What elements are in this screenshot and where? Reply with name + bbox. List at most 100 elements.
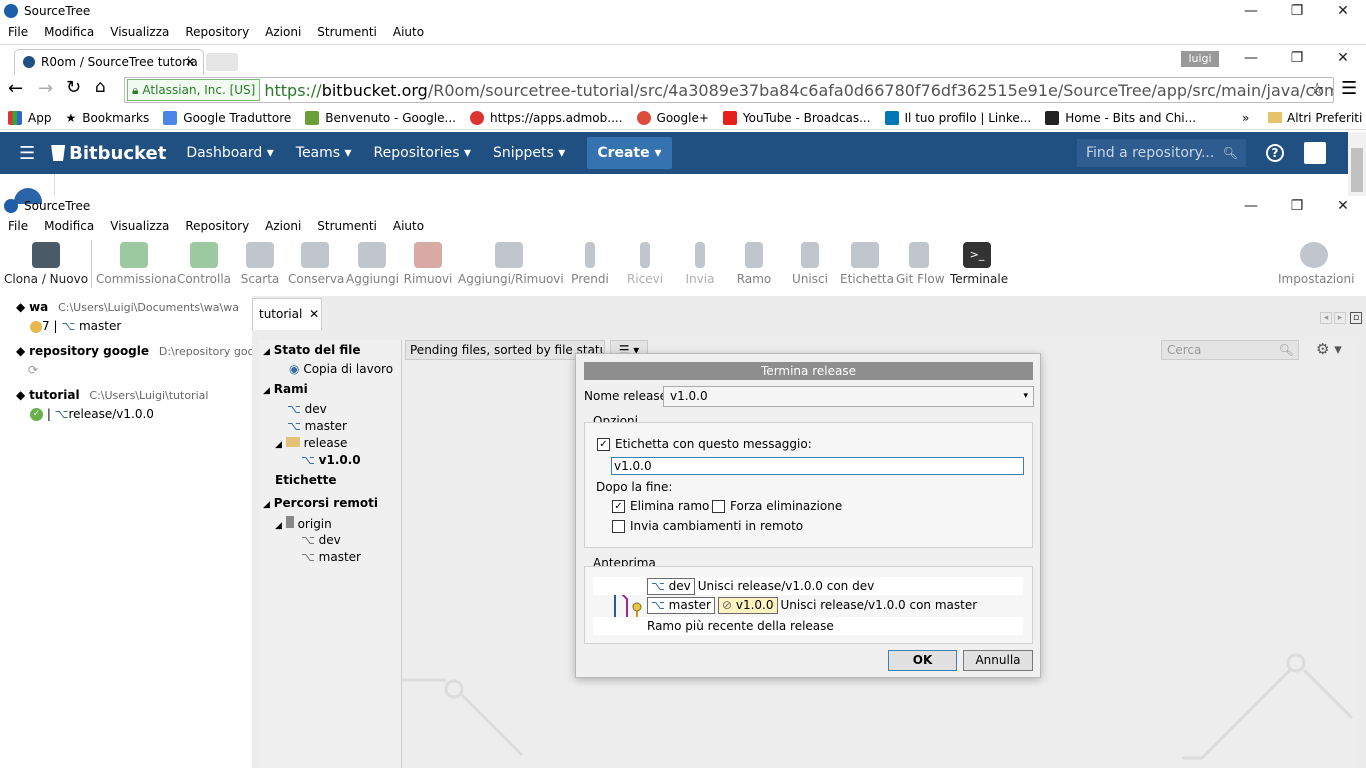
toolbar-fetch[interactable]: Prendi	[570, 238, 610, 286]
bookmark-app[interactable]: App	[8, 110, 51, 125]
st-minimize-button[interactable]: —	[1228, 195, 1274, 217]
url-field[interactable]: 🔒︎ Atlassian, Inc. [US] https:// bitbuck…	[124, 77, 1334, 103]
minimize-button[interactable]: —	[1228, 0, 1274, 22]
tag-message-checkbox[interactable]: ✓ Etichetta con questo messaggio:	[597, 437, 812, 451]
toolbar-add-remove[interactable]: Aggiungi/Rimuovi	[458, 238, 564, 286]
bookmark-star-icon[interactable]: ☆	[1310, 79, 1324, 98]
tab-list-icon[interactable]: ▫	[1350, 312, 1362, 324]
toolbar-terminal[interactable]: >_ Terminale	[950, 238, 1008, 286]
menu-strumenti[interactable]: Strumenti	[309, 22, 385, 42]
st-menu-visualizza[interactable]: Visualizza	[102, 216, 177, 236]
toolbar-branch[interactable]: Ramo	[736, 238, 772, 286]
tag-message-input[interactable]: v1.0.0	[611, 457, 1024, 475]
user-badge[interactable]: luigi	[1181, 51, 1219, 67]
bookmark-youtube[interactable]: YouTube - Broadcas...	[722, 110, 871, 125]
sidebar-tags[interactable]: Etichette	[275, 473, 336, 487]
toolbar-push[interactable]: Invia	[684, 238, 716, 286]
toolbar-tag[interactable]: Etichetta	[840, 238, 894, 286]
toolbar-commit[interactable]: Commissiona	[96, 238, 177, 286]
st-menu-aiuto[interactable]: Aiuto	[385, 216, 432, 236]
menu-azioni[interactable]: Azioni	[257, 22, 309, 42]
st-menu-modifica[interactable]: Modifica	[36, 216, 102, 236]
force-delete-checkbox[interactable]: Forza eliminazione	[712, 499, 842, 513]
st-restore-button[interactable]: ❐	[1274, 195, 1320, 217]
toolbar-checkout[interactable]: Controlla	[176, 238, 232, 286]
sidebar-folder-release[interactable]: ◢ release	[275, 436, 347, 450]
bookmarks-more[interactable]: »	[1242, 111, 1249, 125]
sidebar-remote-origin[interactable]: ◢ origin	[275, 516, 332, 531]
push-remote-checkbox[interactable]: Invia cambiamenti in remoto	[612, 519, 803, 533]
repo-item-wa[interactable]: ◆ wa C:\Users\Luigi\Documents\wa\wa	[16, 300, 239, 314]
toolbar-settings[interactable]: Impostazioni	[1278, 238, 1354, 286]
bookmark-benvenuto-google[interactable]: Benvenuto - Google...	[305, 110, 456, 125]
bookmark-bits-and-chi[interactable]: Home - Bits and Chi...	[1045, 110, 1196, 125]
chrome-menu-icon[interactable]: ☰	[1341, 78, 1357, 99]
help-icon[interactable]: ?	[1266, 144, 1284, 162]
menu-repository[interactable]: Repository	[177, 22, 257, 42]
st-menu-file[interactable]: File	[0, 216, 36, 236]
sidebar-remote-master[interactable]: ⌥ master	[301, 550, 361, 564]
toolbar-stash[interactable]: Conserva	[288, 238, 344, 286]
sidebar-working-copy[interactable]: ◉ Copia di lavoro	[289, 362, 393, 376]
other-bookmarks[interactable]: Altri Preferiti	[1268, 111, 1362, 125]
bookmark-google-translate[interactable]: Google Traduttore	[163, 110, 291, 125]
sidebar-remotes[interactable]: ◢ Percorsi remoti	[263, 496, 378, 510]
repo-tab-tutorial[interactable]: tutorial ✕	[252, 298, 322, 330]
user-avatar-icon[interactable]	[1304, 142, 1326, 164]
delete-branch-checkbox[interactable]: ✓ Elimina ramo	[612, 499, 709, 513]
sidebar-file-status[interactable]: ◢ Stato del file	[263, 343, 361, 357]
toolbar-discard[interactable]: Scarta	[240, 238, 280, 286]
menu-modifica[interactable]: Modifica	[36, 22, 102, 42]
restore-button[interactable]: ❐	[1274, 0, 1320, 22]
bitbucket-logo[interactable]: Bitbucket	[51, 143, 166, 164]
hamburger-icon[interactable]: ☰	[19, 143, 35, 164]
sidebar-remote-dev[interactable]: ⌥ dev	[301, 533, 341, 547]
forward-icon[interactable]: →	[38, 78, 53, 99]
home-icon[interactable]: ⌂	[95, 77, 106, 97]
menu-visualizza[interactable]: Visualizza	[102, 22, 177, 42]
nav-teams[interactable]: Teams ▾	[296, 145, 352, 161]
nav-repositories[interactable]: Repositories ▾	[374, 145, 471, 161]
toolbar-clone-new[interactable]: Clona / Nuovo	[4, 238, 88, 286]
st-menu-repository[interactable]: Repository	[177, 216, 257, 236]
sidebar-branch-dev[interactable]: ⌥ dev	[287, 402, 327, 416]
release-name-select[interactable]: v1.0.0 ▾	[663, 386, 1034, 407]
toolbar-merge[interactable]: Unisci	[792, 238, 828, 286]
nav-snippets[interactable]: Snippets ▾	[493, 145, 565, 161]
repo-item-repository-google[interactable]: ◆ repository google D:\repository google	[16, 344, 271, 358]
sidebar-branches[interactable]: ◢ Rami	[263, 382, 308, 396]
create-button[interactable]: Create ▾	[587, 137, 672, 169]
bookmark-google-plus[interactable]: Google+	[636, 110, 709, 125]
nav-dashboard[interactable]: Dashboard ▾	[186, 145, 273, 161]
new-tab-button[interactable]	[206, 53, 238, 71]
sidebar-branch-master[interactable]: ⌥ master	[287, 419, 347, 433]
sidebar-branch-v100[interactable]: ⌥ v1.0.0	[301, 453, 361, 467]
repo-item-tutorial[interactable]: ◆ tutorial C:\Users\Luigi\tutorial	[16, 388, 208, 402]
browser-minimize-button[interactable]: —	[1228, 47, 1274, 69]
browser-close-button[interactable]: ✕	[1320, 47, 1366, 69]
cancel-button[interactable]: Annulla	[963, 650, 1033, 671]
browser-tab[interactable]: R0om / SourceTree tutoria ✕	[14, 49, 204, 75]
repo-search-input[interactable]: Find a repository... 🔍︎	[1077, 139, 1246, 167]
bookmark-bookmarks[interactable]: ★ Bookmarks	[65, 111, 149, 125]
st-menu-azioni[interactable]: Azioni	[257, 216, 309, 236]
bookmark-admob[interactable]: https://apps.admob....	[469, 110, 623, 125]
st-close-button[interactable]: ✕	[1320, 195, 1366, 217]
tab-close-icon[interactable]: ✕	[309, 307, 319, 321]
back-icon[interactable]: ←	[8, 78, 23, 99]
scroll-left-icon[interactable]: ◂	[1320, 312, 1332, 324]
menu-aiuto[interactable]: Aiuto	[385, 22, 432, 42]
toolbar-git-flow[interactable]: Git Flow	[896, 238, 945, 286]
scroll-right-icon[interactable]: ▸	[1334, 312, 1346, 324]
menu-file[interactable]: File	[0, 22, 36, 42]
toolbar-remove[interactable]: Rimuovi	[403, 238, 453, 286]
reload-icon[interactable]: ↻	[66, 77, 81, 98]
toolbar-add[interactable]: Aggiungi	[346, 238, 399, 286]
close-button[interactable]: ✕	[1320, 0, 1366, 22]
bookmark-linkedin[interactable]: Il tuo profilo | Linke...	[884, 110, 1031, 125]
st-menu-strumenti[interactable]: Strumenti	[309, 216, 385, 236]
browser-restore-button[interactable]: ❐	[1274, 47, 1320, 69]
browser-scrollbar[interactable]	[1348, 132, 1366, 196]
tab-close-icon[interactable]: ✕	[185, 50, 195, 74]
toolbar-pull[interactable]: Ricevi	[626, 238, 664, 286]
